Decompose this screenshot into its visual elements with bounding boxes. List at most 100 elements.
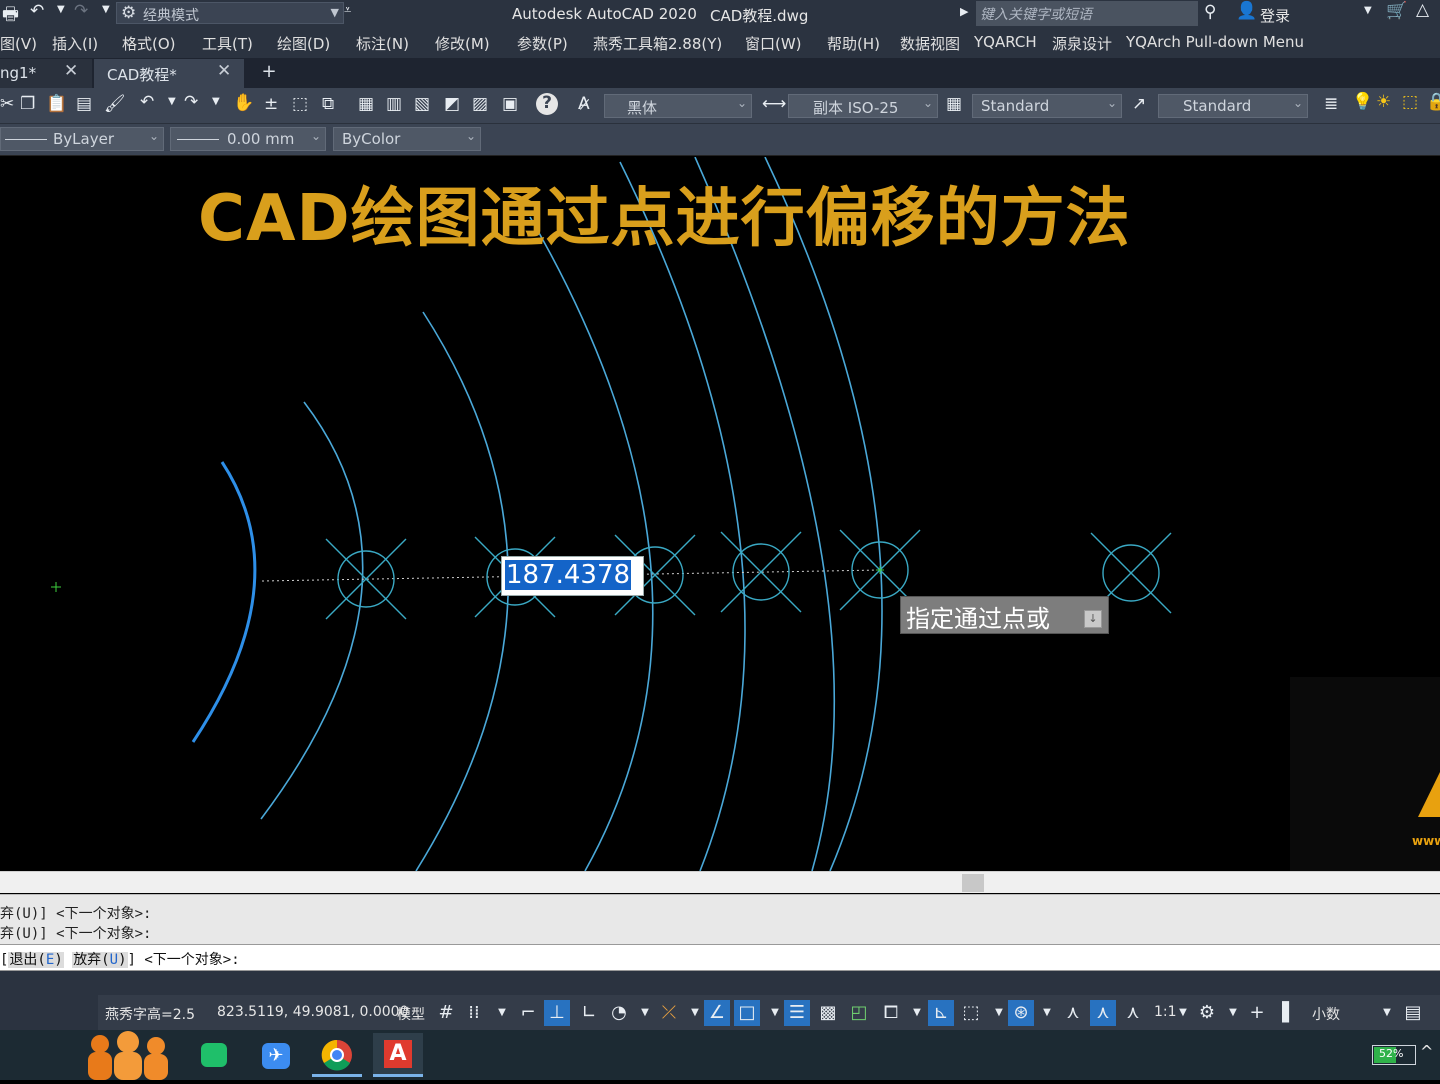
- menu-dataview[interactable]: 数据视图: [900, 33, 960, 54]
- offset-arc-1[interactable]: [260, 401, 364, 820]
- match-properties-icon[interactable]: 🖌: [104, 94, 126, 114]
- linetype-dropdown[interactable]: ByLayer ⌄: [0, 127, 164, 151]
- lightbulb-icon[interactable]: 💡: [1352, 92, 1373, 112]
- tray-chevron-up-icon[interactable]: ^: [1420, 1042, 1433, 1061]
- calculator-icon[interactable]: ▣: [502, 94, 518, 114]
- point-marker[interactable]: [325, 538, 407, 620]
- plus-icon[interactable]: +: [1244, 1000, 1270, 1026]
- chevron-down-icon[interactable]: ▼: [904, 1000, 930, 1026]
- object-snap-icon[interactable]: □: [734, 1000, 760, 1026]
- zoom-previous-icon[interactable]: ⧉: [322, 94, 334, 114]
- snap-icon[interactable]: ⁞⁞: [461, 1000, 487, 1026]
- table-style-dropdown[interactable]: Standard ⌄: [972, 94, 1122, 118]
- properties-icon[interactable]: ▦: [358, 94, 374, 114]
- workspace-dropdown[interactable]: ⚙ 经典模式 ▼: [116, 2, 344, 24]
- menu-yqarch[interactable]: YQARCH: [974, 33, 1037, 51]
- pan-icon[interactable]: ✋: [233, 93, 254, 113]
- taskbar-feishu-icon[interactable]: ✈: [250, 1033, 300, 1077]
- dynamic-ucs-icon[interactable]: ⊾: [928, 1000, 954, 1026]
- close-icon[interactable]: ✕: [217, 61, 231, 81]
- user-icon[interactable]: 👤: [1236, 1, 1257, 21]
- chevron-down-icon[interactable]: ▼: [1220, 1000, 1246, 1026]
- customize-qat-icon[interactable]: ⩡: [344, 3, 351, 18]
- horizontal-scrollbar[interactable]: [0, 871, 1440, 893]
- chevron-down-icon[interactable]: ▼: [212, 96, 220, 107]
- redo-icon[interactable]: ↷: [74, 1, 88, 21]
- copy-icon[interactable]: ❐: [20, 94, 35, 114]
- close-icon[interactable]: ✕: [64, 61, 78, 81]
- menu-draw[interactable]: 绘图(D): [277, 33, 330, 54]
- undo-icon[interactable]: ↶: [140, 92, 154, 112]
- chevron-down-icon[interactable]: ▼: [489, 1000, 515, 1026]
- undo-dropdown-icon[interactable]: ▼: [57, 4, 65, 15]
- lock-icon[interactable]: 🔒: [1426, 92, 1440, 112]
- binoculars-icon[interactable]: ⚲: [1204, 2, 1216, 22]
- menu-tools[interactable]: 工具(T): [202, 33, 253, 54]
- chevron-down-icon[interactable]: ▼: [1364, 5, 1372, 16]
- mleader-style-icon[interactable]: ↗: [1132, 94, 1146, 114]
- polar-tracking-icon[interactable]: ◔: [606, 1000, 632, 1026]
- offset-arc-5[interactable]: [694, 157, 836, 871]
- taskbar-autocad-icon[interactable]: A: [373, 1033, 423, 1077]
- search-input[interactable]: 键入关键字或短语: [976, 1, 1198, 26]
- chevron-down-icon[interactable]: ▼: [1034, 1000, 1060, 1026]
- zoom-realtime-icon[interactable]: ±: [264, 94, 278, 114]
- tool-palettes-icon[interactable]: ▧: [414, 94, 430, 114]
- sun-icon[interactable]: ☀: [1376, 92, 1391, 112]
- menu-parametric[interactable]: 参数(P): [517, 33, 568, 54]
- offset-arc-6[interactable]: [764, 157, 883, 871]
- sheet-set-icon[interactable]: ◩: [444, 94, 460, 114]
- auto-scale-icon[interactable]: ⋏: [1090, 1000, 1116, 1026]
- menu-insert[interactable]: 插入(I): [52, 33, 98, 54]
- ortho-icon[interactable]: ∟: [576, 1000, 602, 1026]
- table-style-icon[interactable]: ▦: [946, 94, 962, 114]
- dynamic-input-icon[interactable]: ⊥: [544, 1000, 570, 1026]
- paste-icon[interactable]: 📋: [46, 94, 67, 114]
- selection-cycling-icon[interactable]: ◰: [846, 1000, 872, 1026]
- drawing-canvas[interactable]: www CAD绘图通过点进行偏移的方法 187.4378 指定通过点或 ↓: [0, 157, 1440, 871]
- redo-icon[interactable]: ↷: [184, 92, 198, 112]
- annotation-scale-icon[interactable]: ⋏: [1120, 1000, 1146, 1026]
- 3d-osnap-icon[interactable]: ⧠: [878, 1000, 904, 1026]
- dim-style-dropdown[interactable]: 副本 ISO-25 ⌄: [788, 94, 938, 118]
- redo-dropdown-icon[interactable]: ▼: [102, 4, 110, 15]
- dim-style-icon[interactable]: ⟷: [762, 94, 786, 114]
- offset-arc-2[interactable]: [415, 311, 510, 871]
- lineweight-icon[interactable]: ☰: [784, 1000, 810, 1026]
- scrollbar-thumb[interactable]: [962, 874, 984, 892]
- transparency-icon[interactable]: ▩: [815, 1000, 841, 1026]
- zoom-window-icon[interactable]: ⬚: [292, 94, 308, 114]
- text-height-indicator[interactable]: 燕秀字高=2.5: [105, 1004, 195, 1024]
- battery-indicator[interactable]: 52%: [1372, 1045, 1416, 1065]
- layer-properties-icon[interactable]: ≣: [1324, 94, 1338, 114]
- selected-arc[interactable]: [191, 461, 257, 743]
- annotation-visibility-icon[interactable]: ⋏: [1060, 1000, 1086, 1026]
- menu-window[interactable]: 窗口(W): [745, 33, 802, 54]
- option-undo[interactable]: 放弃(U): [72, 952, 128, 968]
- menu-yqarch-pulldown[interactable]: YQArch Pull-down Menu: [1126, 33, 1304, 51]
- login-link[interactable]: 登录: [1260, 5, 1290, 26]
- chevron-down-icon[interactable]: ▼: [168, 96, 176, 107]
- freeze-icon[interactable]: ⬚: [1402, 92, 1418, 112]
- taskbar-people-icon[interactable]: [76, 1030, 180, 1080]
- taskbar-chrome-icon[interactable]: [312, 1033, 362, 1077]
- expand-arrow-icon[interactable]: ▶: [960, 5, 968, 18]
- gear-icon[interactable]: ⚙: [1194, 1000, 1220, 1026]
- menu-yuanquan[interactable]: 源泉设计: [1052, 33, 1112, 54]
- isodraft-icon[interactable]: ⤫: [656, 1000, 682, 1026]
- option-exit[interactable]: 退出(E): [8, 952, 64, 968]
- units-value[interactable]: 小数: [1312, 1004, 1340, 1024]
- infer-constraints-icon[interactable]: ⌐: [515, 1000, 541, 1026]
- cut-icon[interactable]: ✂: [0, 94, 14, 114]
- selection-filter-icon[interactable]: ⬚: [958, 1000, 984, 1026]
- menu-dimension[interactable]: 标注(N): [356, 33, 409, 54]
- menu-yanxiu[interactable]: 燕秀工具箱2.88(Y): [593, 33, 722, 54]
- lineweight-dropdown[interactable]: 0.00 mm ⌄: [170, 127, 326, 151]
- markup-icon[interactable]: ▨: [472, 94, 488, 114]
- plot-style-dropdown[interactable]: ByColor ⌄: [333, 127, 481, 151]
- a360-icon[interactable]: △: [1416, 0, 1429, 20]
- object-snap-tracking-icon[interactable]: ∠: [704, 1000, 730, 1026]
- options-arrow-icon[interactable]: ↓: [1084, 610, 1102, 628]
- menu-help[interactable]: 帮助(H): [827, 33, 880, 54]
- menu-format[interactable]: 格式(O): [122, 33, 176, 54]
